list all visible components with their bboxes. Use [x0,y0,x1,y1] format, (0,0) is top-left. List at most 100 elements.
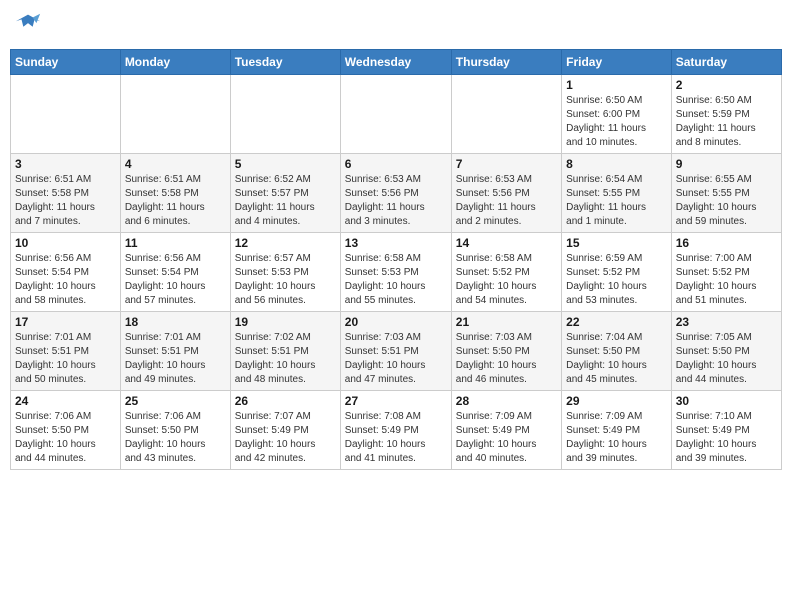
calendar-day-cell: 18 Sunrise: 7:01 AM Sunset: 5:51 PM Dayli… [120,312,230,391]
day-info: Sunrise: 7:06 AM Sunset: 5:50 PM Dayligh… [15,410,116,466]
calendar-day-cell: 17 Sunrise: 7:01 AM Sunset: 5:51 PM Dayli… [11,312,121,391]
day-number: 17 [15,315,116,329]
calendar-header-row: SundayMondayTuesdayWednesdayThursdayFrid… [11,50,782,75]
calendar-day-cell: 28Sunrise: 7:09 AM Sunset: 5:49 PM Dayli… [451,391,561,470]
weekday-header-sunday: Sunday [11,50,121,75]
calendar-day-cell: 3 Sunrise: 6:51 AM Sunset: 5:58 PM Daylig… [11,154,121,233]
calendar-day-cell: 29 Sunrise: 7:09 AM Sunset: 5:49 PM Dayli… [562,391,672,470]
calendar-day-cell [451,75,561,154]
day-info: Sunrise: 6:59 AM Sunset: 5:52 PM Dayligh… [566,252,667,308]
day-number: 29 [566,394,667,408]
day-info: Sunrise: 7:03 AM Sunset: 5:51 PM Dayligh… [345,331,447,387]
calendar-week-4: 17 Sunrise: 7:01 AM Sunset: 5:51 PM Dayli… [11,312,782,391]
day-info: Sunrise: 7:01 AM Sunset: 5:51 PM Dayligh… [15,331,116,387]
weekday-header-saturday: Saturday [671,50,781,75]
day-info: Sunrise: 7:05 AM Sunset: 5:50 PM Dayligh… [676,331,777,387]
day-number: 5 [235,157,336,171]
calendar-day-cell: 23Sunrise: 7:05 AM Sunset: 5:50 PM Dayli… [671,312,781,391]
day-number: 14 [456,236,557,250]
weekday-header-thursday: Thursday [451,50,561,75]
day-info: Sunrise: 6:56 AM Sunset: 5:54 PM Dayligh… [15,252,116,308]
day-info: Sunrise: 6:51 AM Sunset: 5:58 PM Dayligh… [125,173,226,229]
day-info: Sunrise: 6:54 AM Sunset: 5:55 PM Dayligh… [566,173,667,229]
day-number: 13 [345,236,447,250]
day-number: 19 [235,315,336,329]
calendar-day-cell: 24 Sunrise: 7:06 AM Sunset: 5:50 PM Dayli… [11,391,121,470]
calendar-day-cell [120,75,230,154]
day-info: Sunrise: 6:58 AM Sunset: 5:52 PM Dayligh… [456,252,557,308]
day-number: 24 [15,394,116,408]
day-number: 8 [566,157,667,171]
day-number: 20 [345,315,447,329]
calendar-day-cell [11,75,121,154]
day-info: Sunrise: 7:08 AM Sunset: 5:49 PM Dayligh… [345,410,447,466]
calendar-day-cell: 5 Sunrise: 6:52 AM Sunset: 5:57 PM Daylig… [230,154,340,233]
day-info: Sunrise: 6:56 AM Sunset: 5:54 PM Dayligh… [125,252,226,308]
day-info: Sunrise: 7:03 AM Sunset: 5:50 PM Dayligh… [456,331,557,387]
calendar-day-cell: 22Sunrise: 7:04 AM Sunset: 5:50 PM Dayli… [562,312,672,391]
day-number: 27 [345,394,447,408]
calendar-day-cell: 10 Sunrise: 6:56 AM Sunset: 5:54 PM Dayli… [11,233,121,312]
calendar-day-cell: 2 Sunrise: 6:50 AM Sunset: 5:59 PM Daylig… [671,75,781,154]
day-number: 21 [456,315,557,329]
day-number: 1 [566,78,667,92]
calendar-day-cell: 27 Sunrise: 7:08 AM Sunset: 5:49 PM Dayli… [340,391,451,470]
logo [14,10,44,43]
calendar-day-cell: 6 Sunrise: 6:53 AM Sunset: 5:56 PM Daylig… [340,154,451,233]
day-number: 9 [676,157,777,171]
day-number: 3 [15,157,116,171]
day-info: Sunrise: 6:57 AM Sunset: 5:53 PM Dayligh… [235,252,336,308]
calendar-day-cell: 26 Sunrise: 7:07 AM Sunset: 5:49 PM Dayli… [230,391,340,470]
day-number: 11 [125,236,226,250]
day-info: Sunrise: 7:00 AM Sunset: 5:52 PM Dayligh… [676,252,777,308]
calendar-day-cell: 21 Sunrise: 7:03 AM Sunset: 5:50 PM Dayli… [451,312,561,391]
day-info: Sunrise: 6:51 AM Sunset: 5:58 PM Dayligh… [15,173,116,229]
day-number: 16 [676,236,777,250]
calendar-day-cell: 25Sunrise: 7:06 AM Sunset: 5:50 PM Dayli… [120,391,230,470]
day-number: 18 [125,315,226,329]
calendar-day-cell [340,75,451,154]
page-header [10,10,782,43]
calendar-day-cell: 9 Sunrise: 6:55 AM Sunset: 5:55 PM Daylig… [671,154,781,233]
calendar-table: SundayMondayTuesdayWednesdayThursdayFrid… [10,49,782,470]
day-number: 28 [456,394,557,408]
day-info: Sunrise: 6:55 AM Sunset: 5:55 PM Dayligh… [676,173,777,229]
day-info: Sunrise: 6:50 AM Sunset: 5:59 PM Dayligh… [676,94,777,150]
day-info: Sunrise: 7:01 AM Sunset: 5:51 PM Dayligh… [125,331,226,387]
calendar-day-cell: 30Sunrise: 7:10 AM Sunset: 5:49 PM Dayli… [671,391,781,470]
calendar-day-cell: 7Sunrise: 6:53 AM Sunset: 5:56 PM Daylig… [451,154,561,233]
day-info: Sunrise: 7:09 AM Sunset: 5:49 PM Dayligh… [566,410,667,466]
day-number: 10 [15,236,116,250]
calendar-day-cell: 8 Sunrise: 6:54 AM Sunset: 5:55 PM Daylig… [562,154,672,233]
calendar-day-cell: 12 Sunrise: 6:57 AM Sunset: 5:53 PM Dayli… [230,233,340,312]
day-info: Sunrise: 6:52 AM Sunset: 5:57 PM Dayligh… [235,173,336,229]
day-info: Sunrise: 7:07 AM Sunset: 5:49 PM Dayligh… [235,410,336,466]
day-number: 26 [235,394,336,408]
day-info: Sunrise: 6:53 AM Sunset: 5:56 PM Dayligh… [345,173,447,229]
day-number: 4 [125,157,226,171]
day-number: 2 [676,78,777,92]
day-info: Sunrise: 7:10 AM Sunset: 5:49 PM Dayligh… [676,410,777,466]
calendar-day-cell: 13Sunrise: 6:58 AM Sunset: 5:53 PM Dayli… [340,233,451,312]
day-number: 22 [566,315,667,329]
calendar-day-cell: 14 Sunrise: 6:58 AM Sunset: 5:52 PM Dayli… [451,233,561,312]
calendar-day-cell: 11 Sunrise: 6:56 AM Sunset: 5:54 PM Dayli… [120,233,230,312]
calendar-day-cell: 1 Sunrise: 6:50 AM Sunset: 6:00 PM Daylig… [562,75,672,154]
calendar-day-cell: 15 Sunrise: 6:59 AM Sunset: 5:52 PM Dayli… [562,233,672,312]
weekday-header-tuesday: Tuesday [230,50,340,75]
day-number: 15 [566,236,667,250]
calendar-week-2: 3 Sunrise: 6:51 AM Sunset: 5:58 PM Daylig… [11,154,782,233]
weekday-header-friday: Friday [562,50,672,75]
logo-bird-icon [14,10,42,38]
day-info: Sunrise: 7:02 AM Sunset: 5:51 PM Dayligh… [235,331,336,387]
day-number: 12 [235,236,336,250]
day-info: Sunrise: 6:50 AM Sunset: 6:00 PM Dayligh… [566,94,667,150]
calendar-week-5: 24 Sunrise: 7:06 AM Sunset: 5:50 PM Dayli… [11,391,782,470]
calendar-week-3: 10 Sunrise: 6:56 AM Sunset: 5:54 PM Dayli… [11,233,782,312]
weekday-header-monday: Monday [120,50,230,75]
day-info: Sunrise: 7:06 AM Sunset: 5:50 PM Dayligh… [125,410,226,466]
weekday-header-wednesday: Wednesday [340,50,451,75]
day-info: Sunrise: 6:53 AM Sunset: 5:56 PM Dayligh… [456,173,557,229]
day-number: 6 [345,157,447,171]
calendar-day-cell: 19 Sunrise: 7:02 AM Sunset: 5:51 PM Dayli… [230,312,340,391]
